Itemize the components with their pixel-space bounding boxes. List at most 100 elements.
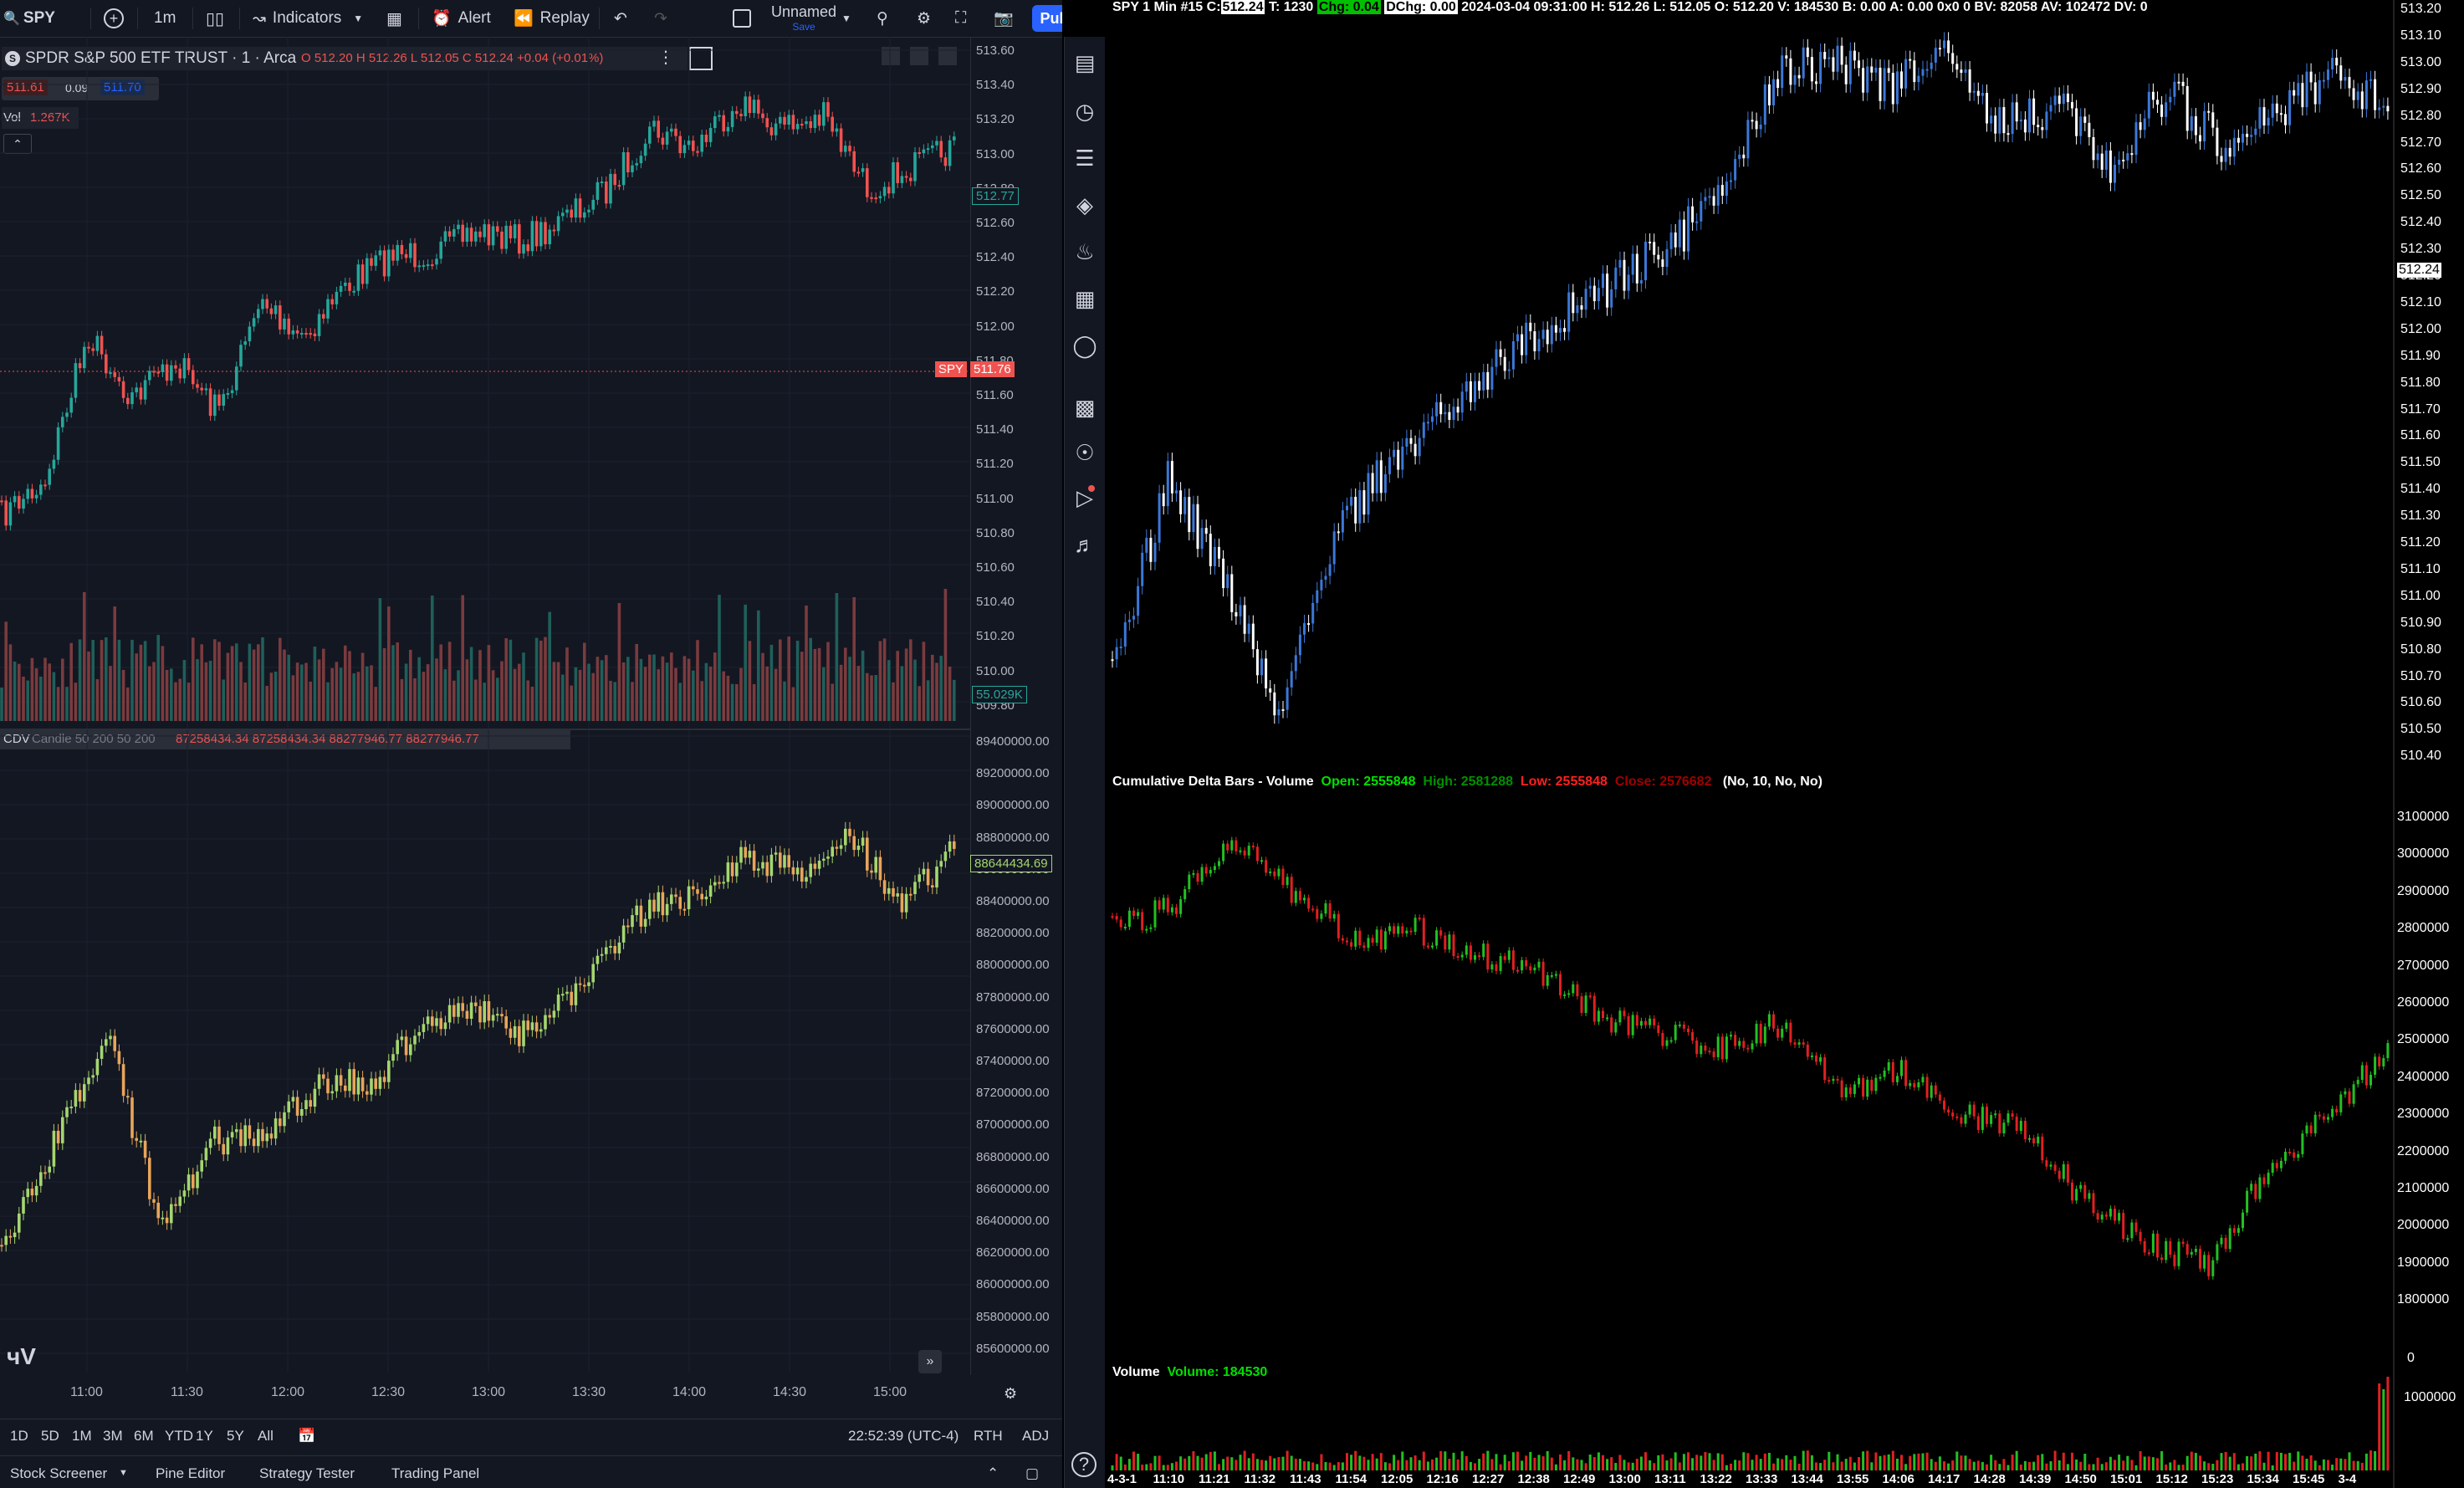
- alerts-clock-icon[interactable]: ◷: [1071, 99, 1098, 125]
- clock-text[interactable]: 22:52:39 (UTC-4): [848, 1428, 959, 1445]
- volume-bar: [882, 638, 887, 721]
- chart-mark: [478, 1005, 482, 1023]
- range-button-5d[interactable]: 5D: [41, 1428, 59, 1445]
- chart-mark: [2318, 79, 2321, 105]
- cd-open: Open: 2555848: [1321, 775, 1416, 789]
- tab-trading-panel[interactable]: Trading Panel: [391, 1465, 479, 1482]
- right-cd-axis[interactable]: 3100000 3000000 2900000 2800000 2700000 26000…: [2394, 786, 2464, 1355]
- layers-icon[interactable]: ◈: [1071, 192, 1098, 219]
- publish-button[interactable]: Publish: [1032, 5, 1062, 32]
- volume-bar: [2109, 1456, 2112, 1470]
- adj-button[interactable]: ADJ: [1022, 1428, 1049, 1445]
- notification-bell-icon[interactable]: ♬: [1071, 532, 1098, 559]
- cdv-axis[interactable]: 89400000.00 89200000.00 89000000.00 8880000…: [970, 731, 1062, 1375]
- idea-bulb-icon[interactable]: ◯: [1071, 333, 1098, 360]
- chart-mark: [1981, 93, 1984, 96]
- volume-bar: [2232, 1453, 2236, 1470]
- price-axis[interactable]: 513.60513.40513.20513.00512.80512.60512.…: [970, 37, 1062, 731]
- volume-bar: [800, 652, 804, 721]
- chart-mark: [1341, 938, 1344, 941]
- range-button-1d[interactable]: 1D: [10, 1428, 28, 1445]
- range-button-1m[interactable]: 1M: [72, 1428, 92, 1445]
- chart-mark: [2211, 1260, 2215, 1276]
- right-time-axis[interactable]: 4-3-1 11:10 11:21 11:32 11:43 11:54 12:05 12:16…: [1106, 1470, 2394, 1488]
- chart-mark: [30, 488, 34, 499]
- volume-bar: [4, 621, 8, 721]
- change-value: Chg: 0.04: [1316, 0, 1381, 14]
- chart-mark: [1320, 913, 1323, 919]
- right-chart-canvas[interactable]: [1106, 0, 2464, 1488]
- cd-params: (No, 10, No, No): [1722, 775, 1822, 789]
- time-axis[interactable]: 11:00 11:30 12:00 12:30 13:00 13:30 14:00 14:30…: [0, 1377, 970, 1410]
- volume-bar: [939, 656, 943, 721]
- hotlist-icon[interactable]: ☰: [1071, 146, 1098, 172]
- fire-icon[interactable]: ♨: [1071, 239, 1098, 266]
- watchlist-icon[interactable]: ▤: [1071, 50, 1098, 77]
- chart-mark: [835, 128, 839, 132]
- chart-mark: [1281, 868, 1285, 886]
- range-button-ytd[interactable]: YTD: [165, 1428, 193, 1445]
- chart-mark: [374, 255, 377, 266]
- streams-icon[interactable]: ☉: [1071, 440, 1098, 467]
- chart-mark: [1115, 647, 1118, 660]
- maximize-panel-icon[interactable]: ▢: [1025, 1465, 1039, 1482]
- chart-mark: [2049, 1164, 2052, 1167]
- calendar-icon[interactable]: ▦: [1071, 286, 1098, 313]
- chart-mark: [1665, 1040, 1669, 1046]
- chart-mark: [2271, 103, 2274, 118]
- volume-bar: [217, 642, 221, 721]
- volume-bar: [0, 687, 3, 721]
- chart-mark: [1537, 339, 1541, 352]
- range-button-all[interactable]: All: [258, 1428, 273, 1445]
- chart-mark: [1810, 1055, 1813, 1057]
- volume-bar: [1525, 1455, 1528, 1470]
- session-button[interactable]: RTH: [974, 1428, 1003, 1445]
- volume-bar: [2122, 1460, 2125, 1470]
- volume-bar: [1968, 1459, 1971, 1470]
- right-price-axis[interactable]: 513.20 513.10 513.00 512.90 512.80 512.70 512.…: [2394, 0, 2464, 778]
- volume-bar: [1158, 1455, 1161, 1470]
- range-button-6m[interactable]: 6M: [134, 1428, 154, 1445]
- volume-bar: [400, 678, 404, 721]
- axis-label: 512.30: [2400, 242, 2441, 257]
- collapse-panel-icon[interactable]: ⌃: [987, 1465, 999, 1482]
- chart-mark: [1895, 1076, 1899, 1082]
- volume-bar: [605, 655, 608, 721]
- chat-icon[interactable]: ▩: [1071, 395, 1098, 422]
- chart-mark: [913, 882, 917, 895]
- broadcast-icon[interactable]: ▷: [1071, 485, 1098, 512]
- range-button-1y[interactable]: 1Y: [196, 1428, 213, 1445]
- chart-mark: [565, 209, 569, 213]
- chart-mark: [1550, 325, 1553, 345]
- chart-mark: [121, 381, 125, 398]
- chart-mark: [1495, 964, 1498, 971]
- tab-strategy-tester[interactable]: Strategy Tester: [259, 1465, 355, 1482]
- tab-stock-screener[interactable]: Stock Screener: [10, 1465, 107, 1482]
- chevron-down-icon[interactable]: ▼: [119, 1468, 128, 1478]
- chart-mark: [926, 868, 930, 886]
- chart-mark: [91, 1075, 95, 1078]
- tab-pine-editor[interactable]: Pine Editor: [156, 1465, 225, 1482]
- chart-mark: [1968, 69, 1971, 93]
- left-chart-canvas[interactable]: [0, 0, 970, 1380]
- chart-mark: [918, 874, 921, 882]
- volume-bar: [752, 683, 756, 721]
- volume-bar: [534, 637, 539, 721]
- scroll-right-button[interactable]: »: [918, 1350, 942, 1373]
- volume-bar: [1879, 1455, 1882, 1470]
- volume-bar: [787, 637, 790, 721]
- chart-mark: [487, 1001, 491, 1021]
- camera-icon[interactable]: 📷: [994, 0, 1014, 37]
- volume-bar: [1307, 1461, 1311, 1470]
- range-button-3m[interactable]: 3M: [103, 1428, 123, 1445]
- range-button-5y[interactable]: 5Y: [227, 1428, 244, 1445]
- date-range-icon[interactable]: 📅: [298, 1428, 315, 1445]
- volume-bar: [805, 605, 808, 721]
- chart-mark: [1687, 1028, 1690, 1032]
- volume-bar: [1584, 1463, 1587, 1470]
- chart-mark: [165, 364, 169, 381]
- timezone-gear-icon[interactable]: ⚙: [1004, 1385, 1017, 1403]
- chart-mark: [665, 131, 669, 145]
- chart-mark: [1887, 68, 1890, 73]
- help-icon[interactable]: ?: [1071, 1452, 1097, 1477]
